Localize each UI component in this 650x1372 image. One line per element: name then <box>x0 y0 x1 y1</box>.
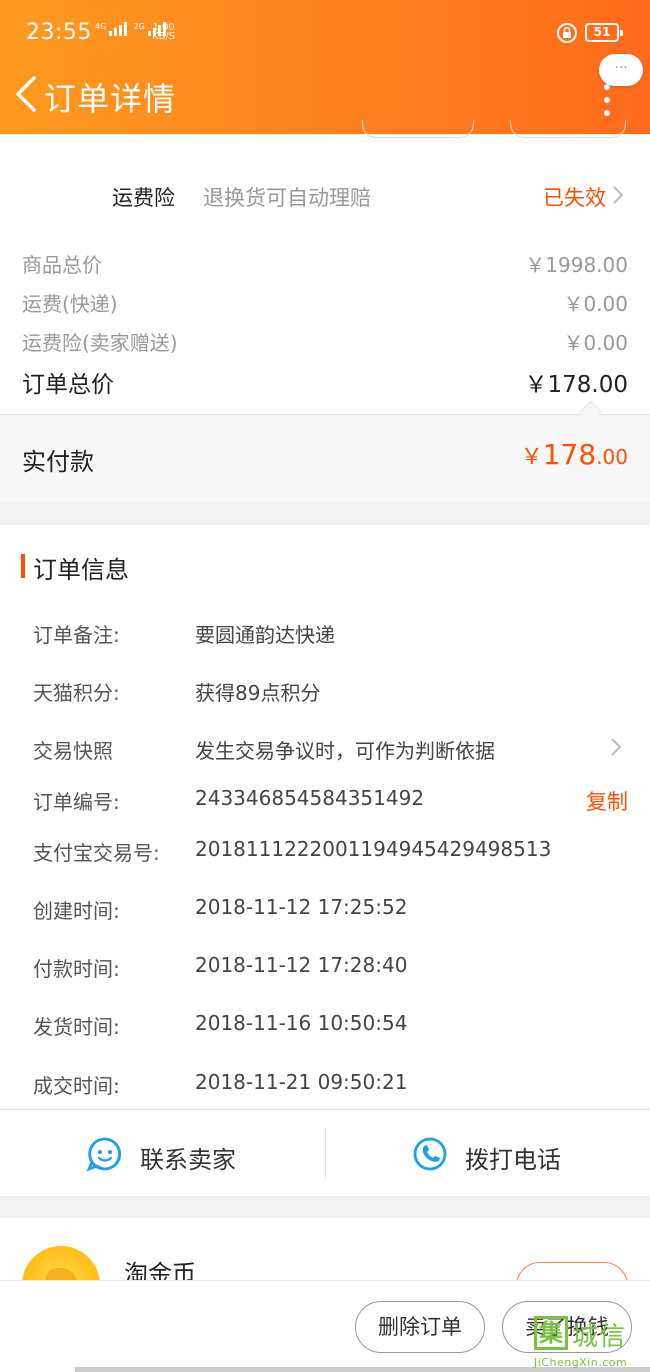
price-label: 商品总价 <box>22 253 102 277</box>
price-row: 商品总价 ￥1998.00 <box>22 249 628 278</box>
contact-seller-button[interactable]: 联系卖家 <box>0 1110 325 1197</box>
price-value: ￥1998.00 <box>525 253 628 277</box>
order-total-value: ￥178.00 <box>524 372 628 398</box>
info-key: 成交时间: <box>33 1074 120 1098</box>
back-button[interactable] <box>12 74 42 114</box>
partial-button-top[interactable] <box>362 120 474 138</box>
order-total-label: 订单总价 <box>22 372 114 398</box>
price-label: 运费险(卖家赠送) <box>22 331 178 355</box>
info-key: 交易快照 <box>33 739 113 763</box>
shipping-insurance-row[interactable]: 运费险 退换货可自动理赔 已失效 <box>0 135 650 237</box>
rotation-lock-icon <box>557 23 577 43</box>
price-value: ￥0.00 <box>563 331 628 355</box>
copy-button[interactable]: 复制 <box>586 786 628 816</box>
actual-payment-amount: ￥178.00 <box>521 438 628 471</box>
insurance-description: 退换货可自动理赔 <box>203 186 371 210</box>
info-value: 2018111222001194945429498513 <box>195 837 552 861</box>
contact-bar: 联系卖家 拨打电话 <box>0 1109 650 1196</box>
actual-payment-row: 实付款 ￥178.00 <box>0 416 650 502</box>
info-value: 获得89点积分 <box>195 681 321 705</box>
info-value: 发生交易争议时，可作为判断依据 <box>195 739 495 763</box>
chevron-left-icon <box>16 76 36 112</box>
net-speed: 1.00 KB/S <box>152 23 176 42</box>
info-value: 要圆通韵达快递 <box>195 623 335 647</box>
chat-smile-icon <box>87 1137 122 1172</box>
divider <box>0 414 650 415</box>
status-time: 23:55 <box>26 20 92 45</box>
watermark-glyph: 集 <box>534 1316 568 1350</box>
order-info-section: 订单信息 订单备注: 要圆通韵达快递 天猫积分: 获得89点积分 交易快照 发生… <box>0 525 650 1108</box>
price-value: ￥0.00 <box>563 292 628 316</box>
signal-4g-label: 4G <box>95 22 107 31</box>
info-value: 2018-11-16 10:50:54 <box>195 1011 408 1035</box>
page-title: 订单详情 <box>44 80 177 118</box>
info-key: 支付宝交易号: <box>33 841 160 865</box>
partial-button-top[interactable] <box>510 120 626 138</box>
order-total-row: 订单总价 ￥178.00 <box>22 365 628 399</box>
amount-integer: 178 <box>542 438 597 471</box>
price-label: 运费(快递) <box>22 292 118 316</box>
amount-decimal: .00 <box>596 445 628 469</box>
call-phone-button[interactable]: 拨打电话 <box>325 1110 650 1197</box>
insurance-status: 已失效 <box>543 186 606 210</box>
dot-icon <box>604 110 610 116</box>
signal-4g-icon: 4G <box>95 22 128 36</box>
section-accent-bar <box>21 554 25 578</box>
info-value: 2018-11-12 17:28:40 <box>195 953 408 977</box>
info-value: 2018-11-21 09:50:21 <box>195 1070 408 1094</box>
currency-symbol: ￥ <box>520 445 543 470</box>
info-key: 天猫积分: <box>33 681 120 705</box>
info-key: 订单编号: <box>33 790 120 814</box>
price-summary: 商品总价 ￥1998.00 运费(快递) ￥0.00 运费险(卖家赠送) ￥0.… <box>0 237 650 415</box>
contact-seller-label: 联系卖家 <box>140 1146 236 1174</box>
info-value: 2018-11-12 17:25:52 <box>195 895 408 919</box>
insurance-label: 运费险 <box>112 186 175 210</box>
info-key: 订单备注: <box>33 623 120 647</box>
signal-2g-label: 2G <box>133 22 145 31</box>
battery-icon: 51 <box>585 23 623 42</box>
delete-order-button[interactable]: 删除订单 <box>355 1301 485 1353</box>
net-speed-unit: KB/S <box>152 31 176 42</box>
order-info-heading: 订单信息 <box>33 556 129 584</box>
message-bubble-icon[interactable]: ··· <box>599 54 643 86</box>
watermark-en: JiChengXin.com <box>534 1356 628 1369</box>
chevron-right-icon <box>611 738 622 756</box>
info-key: 付款时间: <box>33 957 120 981</box>
chevron-right-icon <box>613 186 624 204</box>
phone-icon <box>413 1137 447 1171</box>
info-key: 发货时间: <box>33 1015 120 1039</box>
price-row: 运费(快递) ￥0.00 <box>22 288 628 317</box>
price-row: 运费险(卖家赠送) ￥0.00 <box>22 327 628 356</box>
status-bar: 23:55 4G 2G 1.00 KB/S 51 <box>0 0 650 64</box>
actual-payment-label: 实付款 <box>22 448 94 476</box>
call-phone-label: 拨打电话 <box>465 1146 561 1174</box>
info-key: 创建时间: <box>33 899 120 923</box>
watermark-logo: 集 城信 JiChengXin.com <box>534 1316 646 1369</box>
dot-icon <box>604 97 610 103</box>
watermark-cn: 城信 <box>572 1322 627 1352</box>
info-value: 243346854584351492 <box>195 786 425 810</box>
